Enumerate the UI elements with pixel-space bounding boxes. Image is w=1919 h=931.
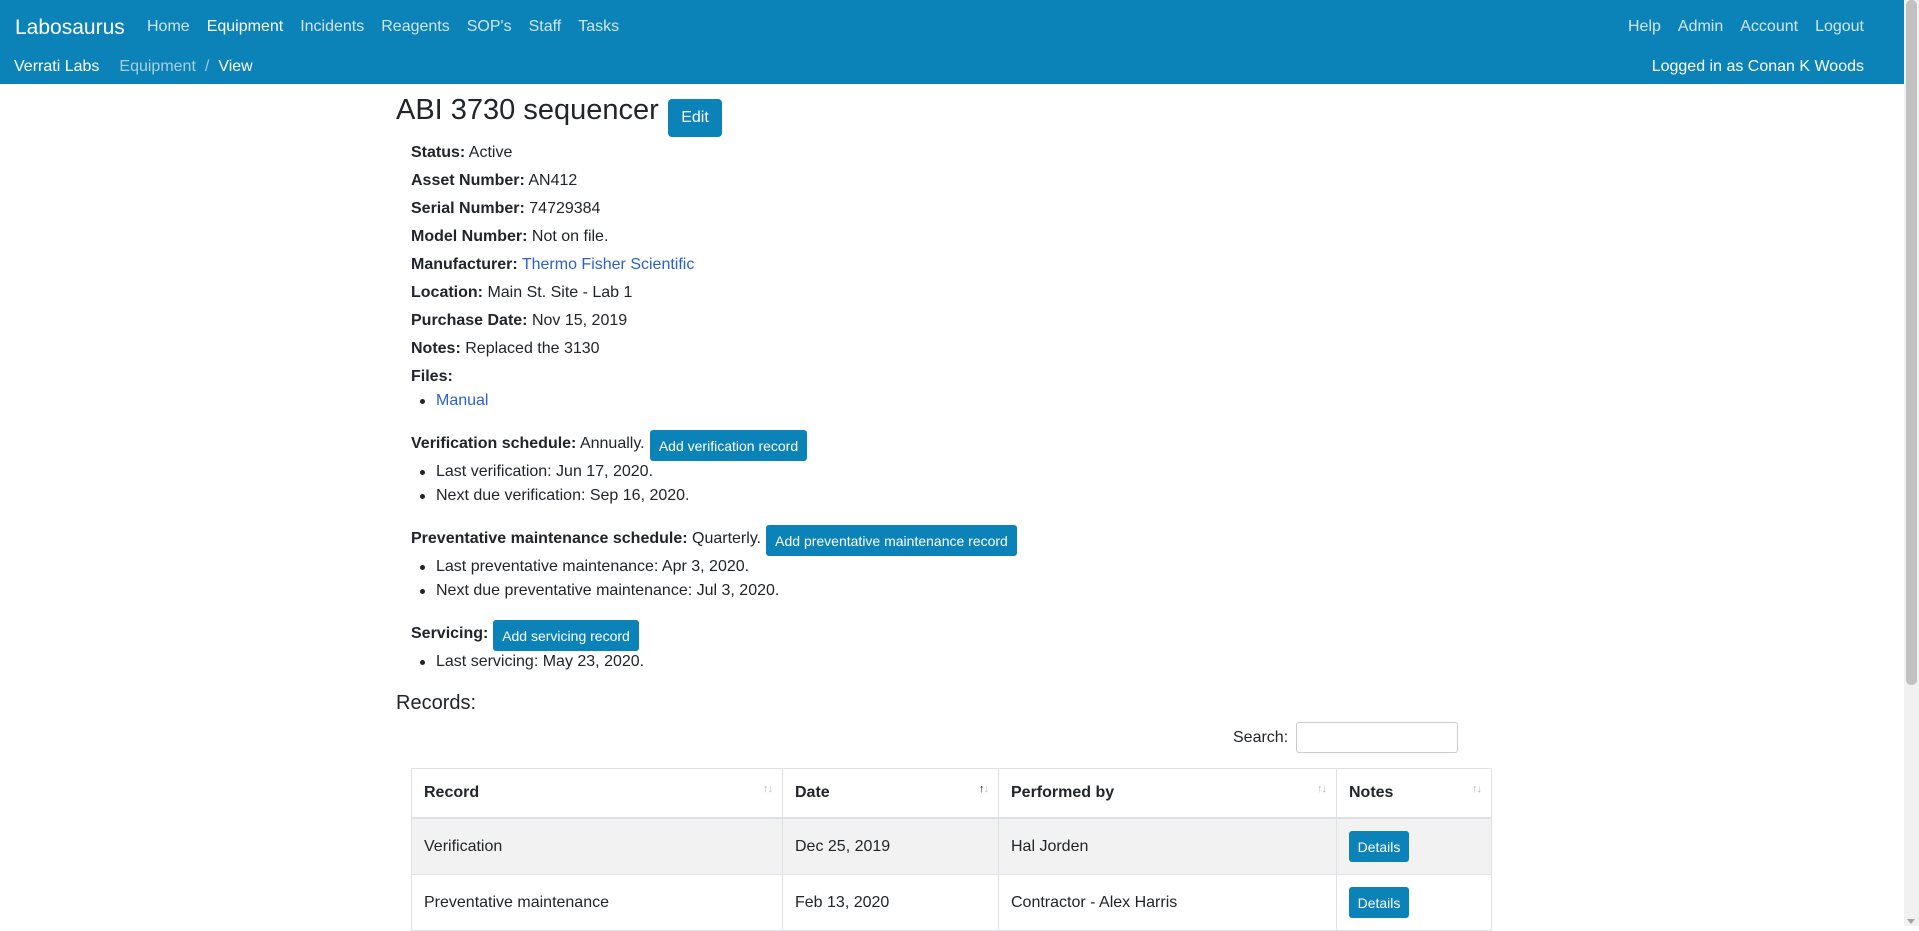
servicing-field: Servicing:	[411, 625, 488, 643]
nav-incidents[interactable]: Incidents	[300, 18, 364, 36]
records-heading: Records:	[396, 692, 477, 714]
cell-notes: Details	[1336, 874, 1492, 931]
serial-number-value: 74729384	[529, 200, 601, 217]
column-header-notes[interactable]: Notes ↑↓	[1336, 768, 1492, 819]
column-header-performed-by[interactable]: Performed by ↑↓	[998, 768, 1337, 819]
search-label: Search:	[1233, 729, 1289, 746]
logged-in-user: Logged in as Conan K Woods	[1651, 58, 1864, 75]
add-verification-record-button[interactable]: Add verification record	[650, 430, 807, 461]
asset-number-label: Asset Number:	[411, 172, 525, 189]
cell-record: Verification	[411, 817, 783, 875]
records-table: Record ↑↓ Date ↑↓ Performed by ↑↓ Notes …	[411, 768, 1492, 931]
cell-performed-by: Contractor - Alex Harris	[998, 874, 1337, 931]
cell-notes: Details	[1336, 817, 1492, 875]
files-label: Files:	[411, 368, 453, 385]
column-header-label: Date	[795, 784, 830, 801]
next-maintenance: Next due preventative maintenance: Jul 3…	[419, 582, 780, 599]
table-header-row: Record ↑↓ Date ↑↓ Performed by ↑↓ Notes …	[411, 768, 1492, 819]
location-field: Location: Main St. Site - Lab 1	[411, 284, 632, 302]
breadcrumb-separator: /	[204, 58, 210, 75]
breadcrumb-equipment[interactable]: Equipment	[119, 58, 196, 76]
model-number-value: Not on file.	[531, 228, 609, 245]
last-maintenance: Last preventative maintenance: Apr 3, 20…	[419, 558, 750, 575]
column-header-date[interactable]: Date ↑↓	[782, 768, 999, 819]
status-label: Status:	[411, 144, 466, 161]
verification-label: Verification schedule:	[411, 435, 577, 452]
table-row: Verification Dec 25, 2019 Hal Jorden Det…	[411, 817, 1492, 875]
purchase-date-label: Purchase Date:	[411, 312, 528, 329]
details-button[interactable]: Details	[1349, 887, 1409, 918]
file-item: Manual	[419, 392, 488, 410]
sort-icon: ↑↓	[1472, 783, 1482, 795]
serial-number-field: Serial Number: 74729384	[411, 200, 600, 218]
manufacturer-label: Manufacturer:	[411, 256, 518, 273]
serial-number-label: Serial Number:	[411, 200, 525, 217]
nav-help[interactable]: Help	[1628, 18, 1661, 36]
breadcrumb-current: View	[218, 58, 253, 75]
status-value: Active	[468, 144, 513, 161]
verification-schedule-value: Annually.	[579, 435, 645, 452]
maintenance-schedule-value: Quarterly.	[692, 530, 762, 547]
location-label: Location:	[411, 284, 483, 301]
nav-home[interactable]: Home	[147, 18, 190, 36]
notes-field: Notes: Replaced the 3130	[411, 340, 600, 358]
manufacturer-field: Manufacturer: Thermo Fisher Scientific	[411, 256, 694, 274]
location-value: Main St. Site - Lab 1	[487, 284, 633, 301]
files-field: Files:	[411, 368, 453, 386]
status-field: Status: Active	[411, 144, 512, 162]
sort-ascending-icon: ↑↓	[979, 783, 989, 795]
asset-number-value: AN412	[528, 172, 578, 189]
add-maintenance-record-button[interactable]: Add preventative maintenance record	[766, 525, 1017, 556]
purchase-date-value: Nov 15, 2019	[531, 312, 628, 329]
main-nav: Home Equipment Incidents Reagents SOP's …	[147, 18, 619, 36]
brand-logo[interactable]: Labosaurus	[15, 16, 125, 40]
cell-performed-by: Hal Jorden	[998, 817, 1337, 875]
nav-account[interactable]: Account	[1740, 18, 1798, 36]
nav-equipment[interactable]: Equipment	[207, 18, 284, 36]
nav-sops[interactable]: SOP's	[467, 18, 512, 36]
breadcrumb: Verrati Labs Equipment / View	[14, 58, 253, 76]
records-search-input[interactable]	[1296, 722, 1458, 753]
table-row: Preventative maintenance Feb 13, 2020 Co…	[411, 874, 1492, 931]
notes-value: Replaced the 3130	[465, 340, 600, 357]
verification-schedule-field: Verification schedule: Annually.	[411, 435, 645, 453]
file-link-manual[interactable]: Manual	[436, 392, 488, 409]
sort-icon: ↑↓	[763, 783, 773, 795]
manufacturer-link[interactable]: Thermo Fisher Scientific	[522, 256, 695, 273]
servicing-label: Servicing:	[411, 625, 489, 642]
add-servicing-record-button[interactable]: Add servicing record	[493, 620, 639, 651]
last-servicing: Last servicing: May 23, 2020.	[419, 653, 645, 670]
asset-number-field: Asset Number: AN412	[411, 172, 577, 190]
nav-reagents[interactable]: Reagents	[381, 18, 450, 36]
maintenance-schedule-field: Preventative maintenance schedule: Quart…	[411, 530, 761, 548]
cell-record: Preventative maintenance	[411, 874, 783, 931]
cell-date: Feb 13, 2020	[782, 874, 999, 931]
last-verification: Last verification: Jun 17, 2020.	[419, 463, 654, 480]
column-header-label: Record	[424, 784, 480, 801]
purchase-date-field: Purchase Date: Nov 15, 2019	[411, 312, 627, 330]
details-button[interactable]: Details	[1349, 831, 1409, 862]
top-navbar: Labosaurus Home Equipment Incidents Reag…	[0, 0, 1904, 84]
sort-icon: ↑↓	[1317, 783, 1327, 795]
nav-logout[interactable]: Logout	[1815, 18, 1864, 36]
nav-staff[interactable]: Staff	[529, 18, 562, 36]
scroll-down-arrow-icon[interactable]	[1907, 919, 1915, 924]
breadcrumb-lab[interactable]: Verrati Labs	[14, 58, 99, 76]
model-number-field: Model Number: Not on file.	[411, 228, 608, 246]
user-nav: Help Admin Account Logout	[1628, 18, 1864, 36]
cell-date: Dec 25, 2019	[782, 817, 999, 875]
maintenance-label: Preventative maintenance schedule:	[411, 530, 688, 547]
column-header-record[interactable]: Record ↑↓	[411, 768, 783, 819]
model-number-label: Model Number:	[411, 228, 528, 245]
nav-tasks[interactable]: Tasks	[578, 18, 619, 36]
edit-button[interactable]: Edit	[668, 99, 722, 137]
page-title: ABI 3730 sequencer	[396, 94, 659, 126]
scrollbar-thumb[interactable]	[1906, 0, 1917, 685]
notes-label: Notes:	[411, 340, 461, 357]
next-verification: Next due verification: Sep 16, 2020.	[420, 487, 690, 504]
column-header-label: Notes	[1349, 784, 1394, 801]
nav-admin[interactable]: Admin	[1678, 18, 1723, 36]
column-header-label: Performed by	[1011, 784, 1115, 801]
